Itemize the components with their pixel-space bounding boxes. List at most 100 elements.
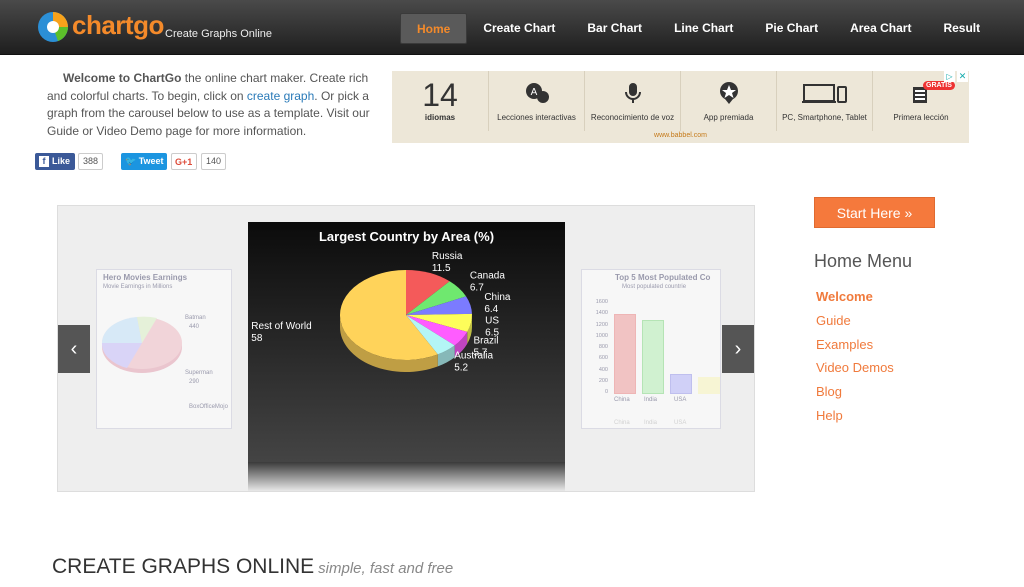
chevron-left-icon: ‹	[70, 338, 78, 360]
chartgo-logo-icon[interactable]	[36, 10, 70, 44]
right-cat-china: China	[614, 397, 630, 403]
intro-bold: Welcome to ChartGo	[63, 71, 182, 85]
right-card-y-ticks: 1600 1400 1200 1000 800 600 400 200 0	[590, 297, 608, 399]
right-bar-china	[614, 314, 636, 394]
twitter-icon: 🐦	[125, 156, 139, 166]
section-title: CREATE GRAPHS ONLINE	[52, 555, 315, 578]
top-nav-bar: chartgo Create Graphs Online Home Create…	[0, 0, 1024, 55]
tweet-label: Tweet	[138, 156, 164, 166]
home-menu: Welcome Guide Examples Video Demos Blog …	[816, 289, 894, 432]
left-card-subtitle: Movie Earnings in Millions	[103, 284, 173, 290]
right-cat-usa: USA	[674, 397, 687, 403]
adchoices-icon[interactable]: ▷	[944, 71, 955, 82]
create-graph-link[interactable]: create graph	[247, 89, 314, 103]
y-tick: 800	[598, 344, 608, 351]
right-cat-india: India	[644, 397, 658, 403]
nav-home[interactable]: Home	[400, 13, 468, 44]
advertisement-banner[interactable]: 14 idiomas A Lecciones interactivas Reco…	[392, 71, 969, 143]
chart-reflection	[248, 462, 565, 491]
brand-name[interactable]: chartgo	[72, 10, 164, 41]
right-reflect-china: China	[614, 420, 630, 426]
y-tick: 1000	[595, 332, 608, 339]
pie-label: China6.4	[484, 292, 511, 315]
section-heading: CREATE GRAPHS ONLINE simple, fast and fre…	[52, 555, 453, 579]
nav-area-chart[interactable]: Area Chart	[834, 13, 927, 44]
pie-label-name: US	[485, 315, 499, 326]
facebook-like-button[interactable]: f Like	[35, 153, 75, 170]
left-card-pie	[101, 316, 182, 373]
pie-label-name: Australia	[454, 350, 493, 361]
menu-video-demos[interactable]: Video Demos	[816, 360, 894, 384]
right-reflect-india: India	[644, 420, 658, 426]
ad-url[interactable]: www.babbel.com	[392, 132, 969, 139]
menu-welcome[interactable]: Welcome	[816, 289, 894, 313]
ad-big-label: idiomas	[424, 113, 456, 122]
right-bar-4	[698, 377, 720, 394]
nav-bar-chart[interactable]: Bar Chart	[571, 13, 658, 44]
facebook-icon: f	[39, 156, 49, 167]
ad-caption: Primera lección	[893, 113, 949, 122]
chevron-right-icon: ›	[734, 338, 742, 360]
pie-label-value: 58	[251, 333, 263, 344]
home-menu-title: Home Menu	[814, 251, 913, 271]
y-tick: 400	[598, 366, 608, 373]
right-card-title: Top 5 Most Populated Co	[615, 273, 711, 282]
pie-label-value: 11.5	[432, 263, 451, 274]
ad-item-4: PC, Smartphone, Tablet	[777, 71, 873, 131]
right-bar-usa	[670, 374, 692, 394]
chart-carousel: Hero Movies Earnings Movie Earnings in M…	[57, 205, 755, 492]
carousel-right-chart[interactable]: Top 5 Most Populated Co Most populated c…	[581, 269, 721, 429]
free-badge: GRATIS	[923, 81, 955, 90]
pie-label-value: 5.2	[454, 362, 468, 373]
devices-icon	[801, 84, 847, 103]
right-card-subtitle: Most populated countrie	[622, 284, 687, 290]
carousel-next-button[interactable]: ›	[722, 325, 754, 373]
left-label-batman-value: 440	[189, 324, 200, 330]
pie-label: Australia5.2	[454, 350, 493, 373]
menu-help[interactable]: Help	[816, 408, 894, 432]
pie-label: Russia11.5	[432, 251, 463, 274]
carousel-prev-button[interactable]: ‹	[58, 325, 90, 373]
left-card-title: Hero Movies Earnings	[103, 273, 188, 282]
pie-label-name: Rest of World	[251, 321, 311, 332]
pie-label-name: Canada	[470, 271, 505, 282]
carousel-center-chart[interactable]: Largest Country by Area (%) Russia 11.5 Ca…	[248, 222, 565, 462]
ad-close-icon[interactable]: ✕	[957, 71, 968, 82]
nav-result[interactable]: Result	[927, 13, 996, 44]
nav-line-chart[interactable]: Line Chart	[658, 13, 749, 44]
gplus-button[interactable]: G+1	[171, 153, 197, 170]
intro-text: Welcome to ChartGo the online chart make…	[47, 70, 372, 140]
left-label-source: BoxOfficeMojo	[189, 404, 228, 410]
svg-text:A: A	[530, 87, 537, 98]
menu-guide[interactable]: Guide	[816, 313, 894, 337]
menu-examples[interactable]: Examples	[816, 337, 894, 361]
nav-create-chart[interactable]: Create Chart	[467, 13, 571, 44]
microphone-icon	[624, 83, 641, 103]
like-label: Like	[52, 156, 71, 166]
ad-languages: 14 idiomas	[392, 71, 489, 131]
nav-pie-chart[interactable]: Pie Chart	[749, 13, 834, 44]
y-tick: 200	[598, 378, 608, 385]
y-tick: 1400	[595, 310, 608, 317]
pie-label-name: Russia	[432, 251, 463, 262]
ad-item-2: Reconocimiento de voz	[585, 71, 681, 131]
chat-bubbles-icon: A	[525, 83, 549, 103]
pie-label: Rest of World58	[251, 321, 311, 344]
left-label-superman: Superman	[185, 370, 213, 376]
ad-big-number: 14	[422, 77, 458, 113]
y-tick: 1200	[595, 321, 608, 328]
ad-item-1: A Lecciones interactivas	[489, 71, 585, 131]
carousel-left-chart[interactable]: Hero Movies Earnings Movie Earnings in M…	[96, 269, 232, 429]
ad-caption: Lecciones interactivas	[497, 113, 576, 122]
ad-caption: Reconocimiento de voz	[590, 113, 675, 122]
menu-blog[interactable]: Blog	[816, 384, 894, 408]
pie-chart: Russia11.5Canada6.7China6.4US6.5Brazil5.…	[251, 251, 511, 373]
ad-caption: App premiada	[703, 113, 754, 122]
pie-label-value: 6.4	[484, 304, 498, 315]
tweet-button[interactable]: 🐦 Tweet	[121, 153, 167, 170]
start-here-button[interactable]: Start Here »	[814, 197, 935, 228]
brand-tagline: Create Graphs Online	[165, 28, 272, 40]
y-tick: 1600	[595, 299, 608, 305]
left-label-superman-value: 290	[189, 379, 200, 385]
left-label-batman: Batman	[185, 315, 206, 321]
